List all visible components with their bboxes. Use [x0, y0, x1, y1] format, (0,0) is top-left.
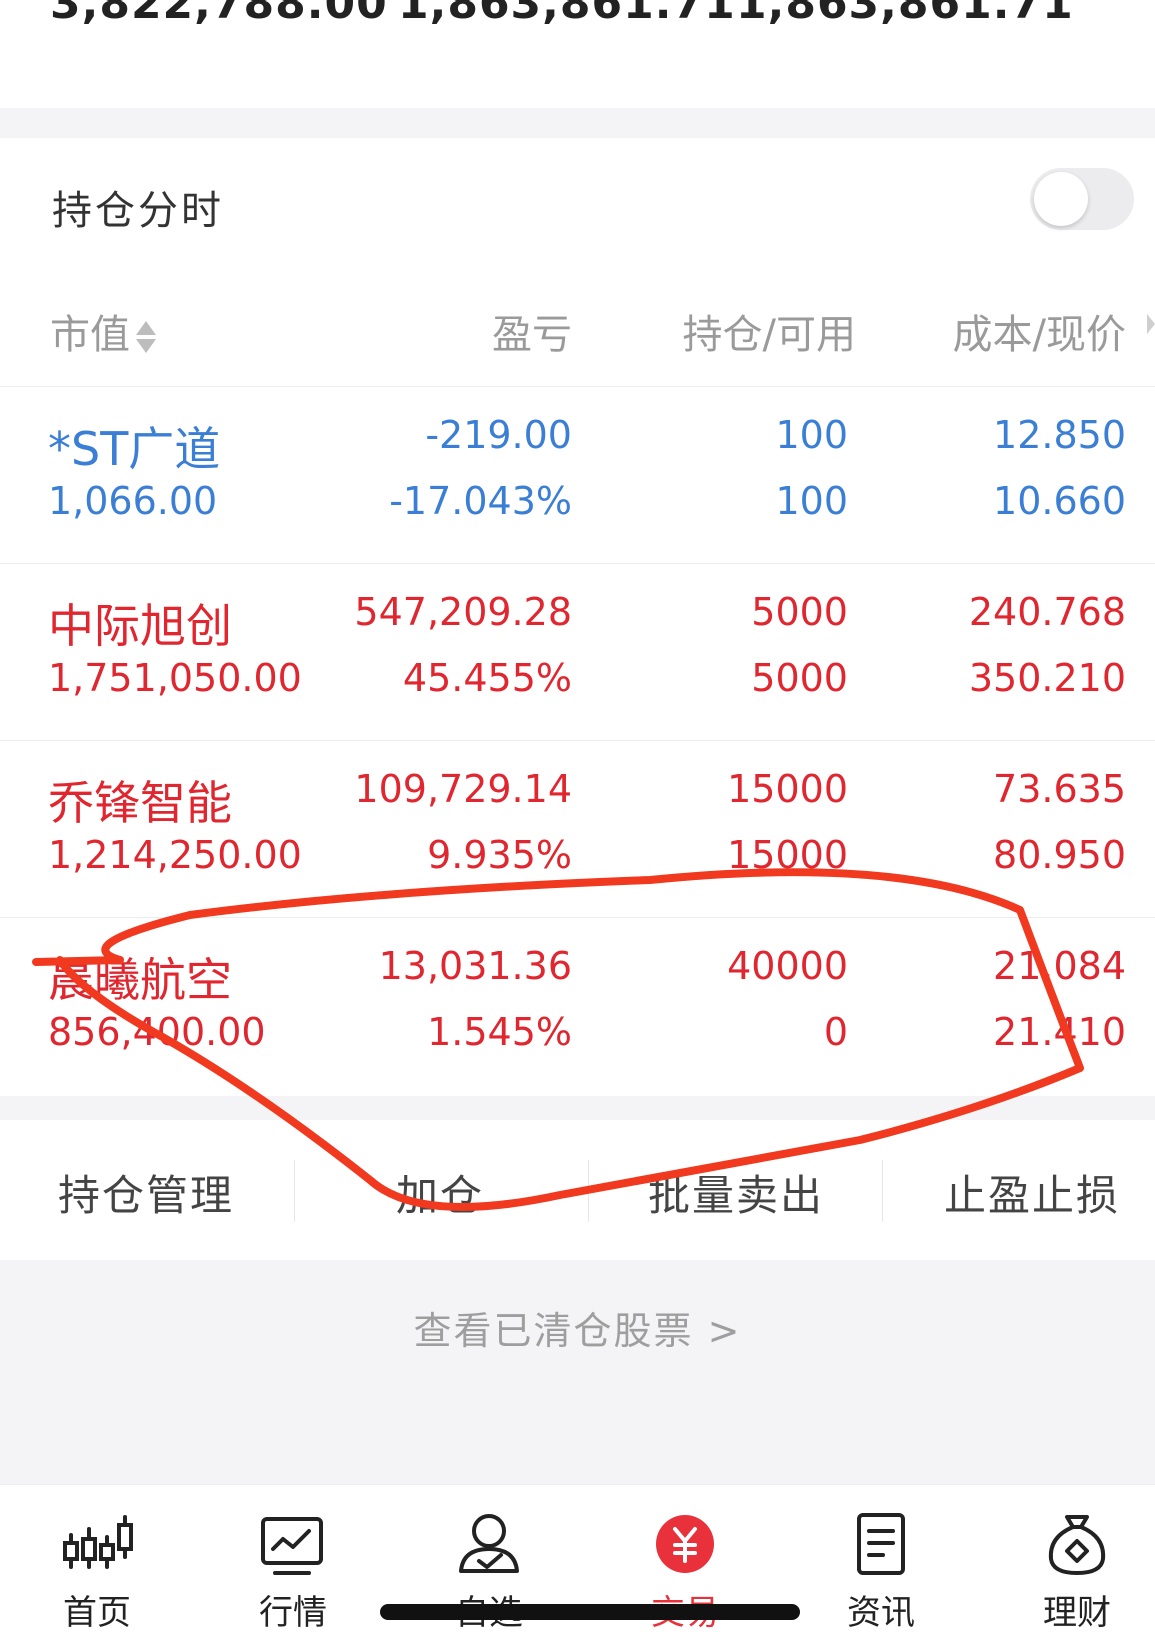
sort-icon — [136, 317, 156, 357]
stock-pnl-pct: 9.935% — [427, 833, 572, 877]
stock-pnl: 547,209.28 — [354, 590, 572, 634]
position-actions: 持仓管理 加仓 批量卖出 止盈止损 — [0, 1120, 1155, 1260]
section-title: 持仓分时 — [52, 188, 224, 234]
position-row[interactable]: *ST广道 1,066.00 -219.00 -17.043% 100 100 … — [0, 387, 1155, 565]
yuan-icon — [656, 1515, 714, 1573]
section-gap — [0, 108, 1155, 138]
stock-market-value: 1,066.00 — [48, 479, 218, 523]
stock-cost: 12.850 — [993, 413, 1126, 457]
divider — [882, 1160, 883, 1222]
stock-holding: 40000 — [727, 944, 848, 988]
stock-pnl: -219.00 — [425, 413, 572, 457]
stock-name: *ST广道 — [48, 422, 221, 476]
document-icon — [857, 1513, 905, 1575]
nav-home[interactable]: 首页 — [2, 1485, 192, 1643]
stock-available: 5000 — [751, 656, 848, 700]
stock-price: 10.660 — [993, 479, 1126, 523]
money-bag-icon — [1048, 1515, 1106, 1575]
home-indicator[interactable] — [380, 1604, 800, 1620]
stock-available: 100 — [775, 479, 848, 523]
stock-holding: 5000 — [751, 590, 848, 634]
stock-name: 乔锋智能 — [48, 776, 232, 830]
position-row[interactable]: 中际旭创 1,751,050.00 547,209.28 45.455% 500… — [0, 564, 1155, 742]
column-cost-price: 成本/现价 — [952, 312, 1126, 358]
stock-name: 中际旭创 — [48, 599, 232, 653]
column-market-value-label: 市值 — [50, 312, 130, 358]
column-headers: 市值 盈亏 持仓/可用 成本/现价 — [0, 266, 1155, 387]
nav-label: 首页 — [63, 1593, 131, 1633]
stop-profit-loss-button[interactable]: 止盈止损 — [944, 1162, 1120, 1223]
summary-market-value: 1,863,861.71 — [398, 0, 736, 29]
stock-pnl: 109,729.14 — [354, 767, 572, 811]
stock-holding: 15000 — [727, 767, 848, 811]
nav-market[interactable]: 行情 — [198, 1485, 388, 1643]
divider — [588, 1160, 589, 1222]
stock-price: 350.210 — [968, 656, 1126, 700]
stock-cost: 240.768 — [968, 590, 1126, 634]
stock-price: 80.950 — [993, 833, 1126, 877]
column-market-value[interactable]: 市值 — [50, 302, 156, 360]
column-pnl: 盈亏 — [492, 312, 572, 358]
stock-cost: 73.635 — [993, 767, 1126, 811]
nav-label: 理财 — [1043, 1593, 1111, 1633]
stock-available: 15000 — [727, 833, 848, 877]
batch-sell-button[interactable]: 批量卖出 — [648, 1162, 824, 1223]
nav-label: 行情 — [259, 1593, 327, 1633]
stock-market-value: 1,751,050.00 — [48, 656, 302, 700]
user-check-icon — [459, 1514, 519, 1573]
scroll-right-icon — [1147, 314, 1155, 334]
position-row[interactable]: 晨曦航空 856,400.00 13,031.36 1.545% 40000 0… — [0, 918, 1155, 1094]
toggle-knob — [1034, 172, 1088, 226]
stock-holding: 100 — [775, 413, 848, 457]
view-cleared-stocks-link[interactable]: 查看已清仓股票 > — [0, 1300, 1155, 1355]
empty-area — [0, 1260, 1155, 1484]
nav-wealth[interactable]: 理财 — [982, 1485, 1155, 1643]
position-row[interactable]: 乔锋智能 1,214,250.00 109,729.14 9.935% 1500… — [0, 741, 1155, 919]
add-position-button[interactable]: 加仓 — [396, 1162, 484, 1223]
chart-icon — [261, 1517, 323, 1575]
manage-positions-button[interactable]: 持仓管理 — [58, 1162, 234, 1223]
stock-available: 0 — [823, 1010, 848, 1054]
candlestick-icon — [63, 1515, 133, 1569]
stock-market-value: 1,214,250.00 — [48, 833, 302, 877]
position-timeline-header: 持仓分时 — [0, 138, 1155, 267]
stock-market-value: 856,400.00 — [48, 1010, 266, 1054]
column-position: 持仓/可用 — [682, 312, 856, 358]
stock-cost: 21.084 — [993, 944, 1126, 988]
account-summary: 3,822,788.00 1,863,861.71 1,863,861.71 — [0, 0, 1155, 108]
stock-pnl-pct: -17.043% — [389, 479, 572, 523]
nav-label: 资讯 — [847, 1593, 915, 1633]
divider — [294, 1160, 295, 1222]
stock-name: 晨曦航空 — [48, 953, 232, 1007]
stock-pnl: 13,031.36 — [378, 944, 572, 988]
stock-price: 21.410 — [993, 1010, 1126, 1054]
section-gap — [0, 1096, 1155, 1120]
nav-news[interactable]: 资讯 — [786, 1485, 976, 1643]
stock-pnl-pct: 1.545% — [427, 1010, 572, 1054]
stock-pnl-pct: 45.455% — [402, 656, 572, 700]
summary-available: 1,863,861.71 — [736, 0, 1074, 29]
summary-total-assets: 3,822,788.00 — [50, 0, 388, 29]
